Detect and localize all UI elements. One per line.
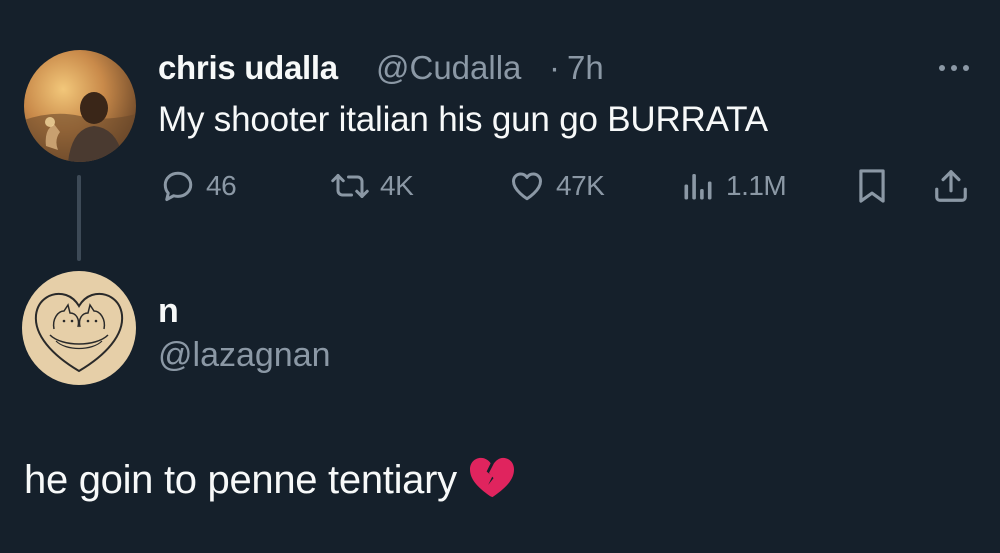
bookmark-button[interactable] xyxy=(855,166,889,206)
like-count: 47K xyxy=(556,170,605,201)
reply-icon xyxy=(160,168,196,204)
views-icon xyxy=(680,168,716,204)
like-button[interactable]: 47K xyxy=(508,166,605,206)
avatar-lazagnan[interactable] xyxy=(22,271,136,385)
author-handle[interactable]: @Cudalla xyxy=(376,49,521,87)
repost-icon xyxy=(330,168,370,204)
broken-heart-emoji xyxy=(469,455,515,509)
views-button[interactable]: 1.1M xyxy=(680,166,787,206)
repost-button[interactable]: 4K xyxy=(330,166,414,206)
thread-connector-line xyxy=(77,175,81,261)
reply-count: 46 xyxy=(206,170,237,201)
reply-button[interactable]: 46 xyxy=(160,166,237,206)
share-icon xyxy=(932,167,970,205)
author-name[interactable]: chris udalla xyxy=(158,49,338,87)
tweet-timestamp[interactable]: 7h xyxy=(567,49,604,87)
more-icon[interactable] xyxy=(934,56,974,80)
reply-text: he goin to penne tentiary xyxy=(24,455,515,509)
view-count: 1.1M xyxy=(726,170,787,201)
avatar-chris-udalla[interactable] xyxy=(24,50,136,162)
reply-text-content: he goin to penne tentiary xyxy=(24,458,457,502)
reply-author-handle[interactable]: @lazagnan xyxy=(158,336,331,375)
separator-dot: · xyxy=(549,49,560,86)
bookmark-icon xyxy=(855,167,889,205)
reply-author-name[interactable]: n xyxy=(158,292,179,331)
tweet-text: My shooter italian his gun go BURRATA xyxy=(158,100,768,139)
repost-count: 4K xyxy=(380,170,414,201)
share-button[interactable] xyxy=(932,166,970,206)
heart-icon xyxy=(508,168,546,204)
